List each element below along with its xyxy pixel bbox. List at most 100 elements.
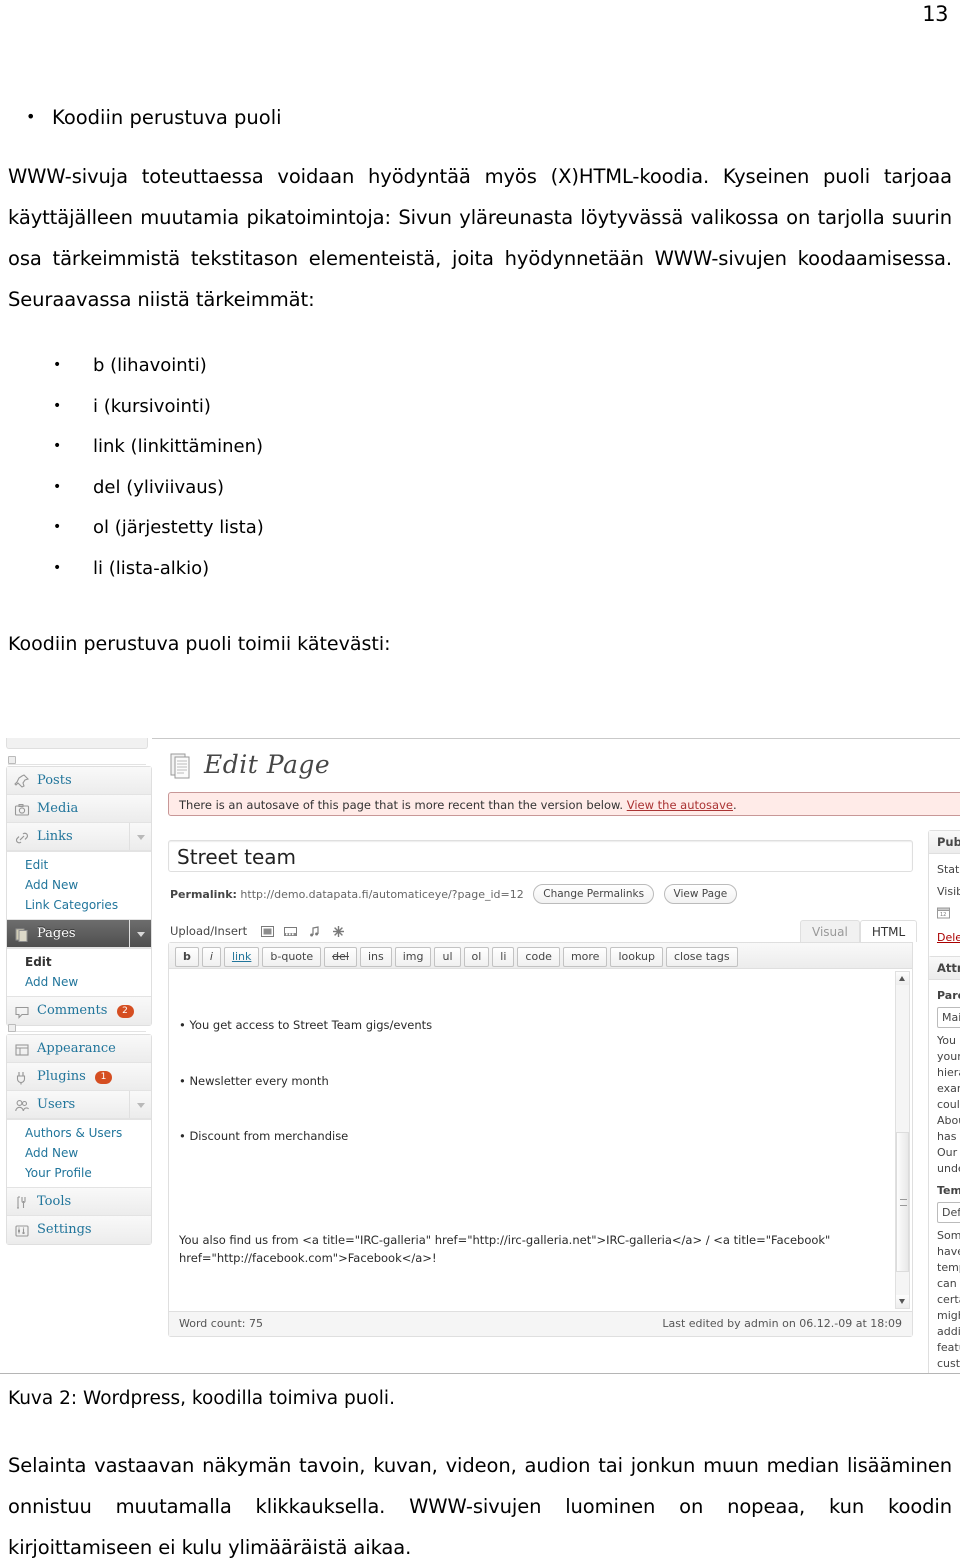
submenu-item-add-new[interactable]: Add New	[7, 1143, 151, 1163]
sidebar-item-media[interactable]: Media	[7, 795, 151, 823]
submenu-item-authors-users[interactable]: Authors & Users	[7, 1123, 151, 1143]
permalink-url: http://demo.datapata.fi/automaticeye/?pa…	[240, 888, 524, 901]
view-page-button[interactable]: View Page	[663, 884, 738, 904]
quicktag-li[interactable]: li	[492, 947, 515, 967]
sidebar-item-plugins[interactable]: Plugins 1	[7, 1063, 151, 1091]
figure-bottom-border	[0, 1373, 960, 1374]
wp-admin-sidebar: Posts Media Links Edit Add New Link Cate…	[0, 738, 152, 1374]
chevron-down-icon[interactable]	[129, 1091, 151, 1118]
quicktag-b[interactable]: b	[175, 947, 199, 967]
comment-icon	[14, 1003, 30, 1019]
quicktag-link[interactable]: link	[223, 947, 260, 967]
sidebar-item-settings[interactable]: Settings	[7, 1216, 151, 1244]
quicktag-ins[interactable]: ins	[359, 947, 392, 967]
quicktag-close-tags[interactable]: close tags	[665, 947, 738, 967]
attributes-box: Attributes Parent Main Page You can arra…	[928, 956, 960, 1374]
quicktag-ul[interactable]: ul	[434, 947, 461, 967]
template-label: Template	[937, 1184, 960, 1197]
scrollbar-thumb[interactable]	[896, 1132, 909, 1272]
status-label: Status:	[937, 863, 960, 876]
submenu-item-add-new[interactable]: Add New	[7, 972, 151, 992]
quicktag-img[interactable]: img	[394, 947, 432, 967]
sidebar-item-pages[interactable]: Pages	[7, 920, 151, 948]
quicktag-i[interactable]: i	[201, 947, 221, 967]
template-select[interactable]: Default Template	[937, 1202, 960, 1223]
tools-icon	[14, 1194, 30, 1210]
submenu-item-your-profile[interactable]: Your Profile	[7, 1163, 151, 1183]
publish-box-body: Status: Visibility: 12 Delete	[929, 854, 960, 960]
quicktag-more[interactable]: more	[562, 947, 608, 967]
autosave-notice: There is an autosave of this page that i…	[168, 792, 960, 816]
top-bullet-list: Koodiin perustuva puoli	[8, 97, 952, 138]
tab-visual[interactable]: Visual	[800, 920, 860, 942]
sidebar-item-posts[interactable]: Posts	[7, 767, 151, 795]
submenu-item-edit[interactable]: Edit	[7, 952, 151, 972]
figure-lead-in: Koodiin perustuva puoli toimii kätevästi…	[8, 633, 391, 655]
view-autosave-link[interactable]: View the autosave	[627, 798, 733, 812]
list-item: ol (järjestetty lista)	[8, 507, 952, 549]
parent-select[interactable]: Main Page	[937, 1007, 960, 1028]
sidebar-item-label: Pages	[37, 926, 76, 941]
sidebar-item-links[interactable]: Links	[7, 823, 151, 851]
code-line: • You get access to Street Team gigs/eve…	[179, 1018, 433, 1032]
scroll-down-arrow-icon[interactable]	[896, 1295, 909, 1308]
figure-caption: Kuva 2: Wordpress, koodilla toimiva puol…	[8, 1388, 395, 1409]
users-icon	[14, 1097, 30, 1113]
code-line: • Newsletter every month	[179, 1073, 329, 1088]
attributes-box-title: Attributes	[929, 957, 960, 980]
delete-link[interactable]: Delete	[937, 930, 960, 946]
editor-scrollbar[interactable]	[895, 971, 910, 1309]
quicktag-lookup[interactable]: lookup	[610, 947, 663, 967]
scroll-up-arrow-icon[interactable]	[896, 972, 909, 985]
sidebar-item-label: Plugins	[37, 1069, 86, 1084]
template-help-text: Some themes have custom templates you ca…	[937, 1229, 960, 1370]
sidebar-item-tools[interactable]: Tools	[7, 1188, 151, 1216]
editor-status-bar: Word count: 75 Last edited by admin on 0…	[169, 1311, 912, 1336]
pages-submenu: Edit Add New	[7, 948, 151, 997]
parent-help-text: You can arrange your pages in hierarchie…	[937, 1034, 960, 1175]
collapse-menu-toggle[interactable]	[8, 754, 146, 765]
quicktag-ol[interactable]: ol	[463, 947, 490, 967]
list-item: del (yliviivaus)	[8, 467, 952, 509]
sidebar-dashboard-stub[interactable]	[6, 738, 148, 749]
image-icon	[260, 926, 274, 937]
submenu-item-edit[interactable]: Edit	[7, 855, 151, 875]
quicktag-code[interactable]: code	[517, 947, 560, 967]
attributes-box-body: Parent Main Page You can arrange your pa…	[929, 980, 960, 1374]
content-textarea[interactable]: • You get access to Street Team gigs/eve…	[169, 969, 912, 1311]
camera-icon	[14, 801, 30, 817]
list-item: link (linkittäminen)	[8, 426, 952, 468]
change-permalinks-button[interactable]: Change Permalinks	[533, 884, 655, 904]
sidebar-item-users[interactable]: Users	[7, 1091, 151, 1119]
list-item: i (kursivointi)	[8, 386, 952, 428]
editor-mode-tabs: Visual HTML	[800, 920, 918, 942]
quicktag-toolbar: b i link b-quote del ins img ul ol li code more look…	[169, 943, 912, 969]
publish-box-title: Publish	[929, 831, 960, 854]
list-item: Koodiin perustuva puoli	[8, 97, 952, 138]
quicktag-del[interactable]: del	[324, 947, 357, 967]
sidebar-item-appearance[interactable]: Appearance	[7, 1035, 151, 1063]
sidebar-item-comments[interactable]: Comments 2	[7, 997, 151, 1025]
submenu-item-add-new[interactable]: Add New	[7, 875, 151, 895]
permalink-row: Permalink: http://demo.datapata.fi/autom…	[170, 884, 738, 904]
code-line: • Discount from merchandise	[179, 1129, 349, 1143]
autosave-notice-text: There is an autosave of this page that i…	[179, 798, 627, 812]
submenu-item-link-categories[interactable]: Link Categories	[7, 895, 151, 915]
visibility-label: Visibility:	[937, 885, 960, 898]
users-submenu: Authors & Users Add New Your Profile	[7, 1119, 151, 1188]
code-line: You also find us from <a title="IRC-gall…	[179, 1232, 835, 1266]
pin-icon	[14, 773, 30, 789]
sidebar-item-label: Appearance	[37, 1041, 116, 1056]
post-title-input[interactable]: Street team	[168, 840, 913, 872]
last-edited-text: Last edited by admin on 06.12.-09 at 18:…	[662, 1317, 902, 1330]
autosave-notice-tail: .	[732, 798, 737, 812]
quicktag-b-quote[interactable]: b-quote	[262, 947, 322, 967]
sidebar-separator[interactable]	[8, 1022, 146, 1032]
chevron-down-icon[interactable]	[129, 920, 151, 947]
chevron-down-icon[interactable]	[129, 823, 151, 850]
figure-caption-block: Kuva 2: Wordpress, koodilla toimiva puol…	[8, 1388, 952, 1409]
tab-html[interactable]: HTML	[859, 920, 918, 942]
paragraph-intro: WWW-sivuja toteuttaessa voidaan hyödyntä…	[8, 165, 952, 311]
links-submenu: Edit Add New Link Categories	[7, 851, 151, 920]
video-icon	[284, 927, 298, 936]
